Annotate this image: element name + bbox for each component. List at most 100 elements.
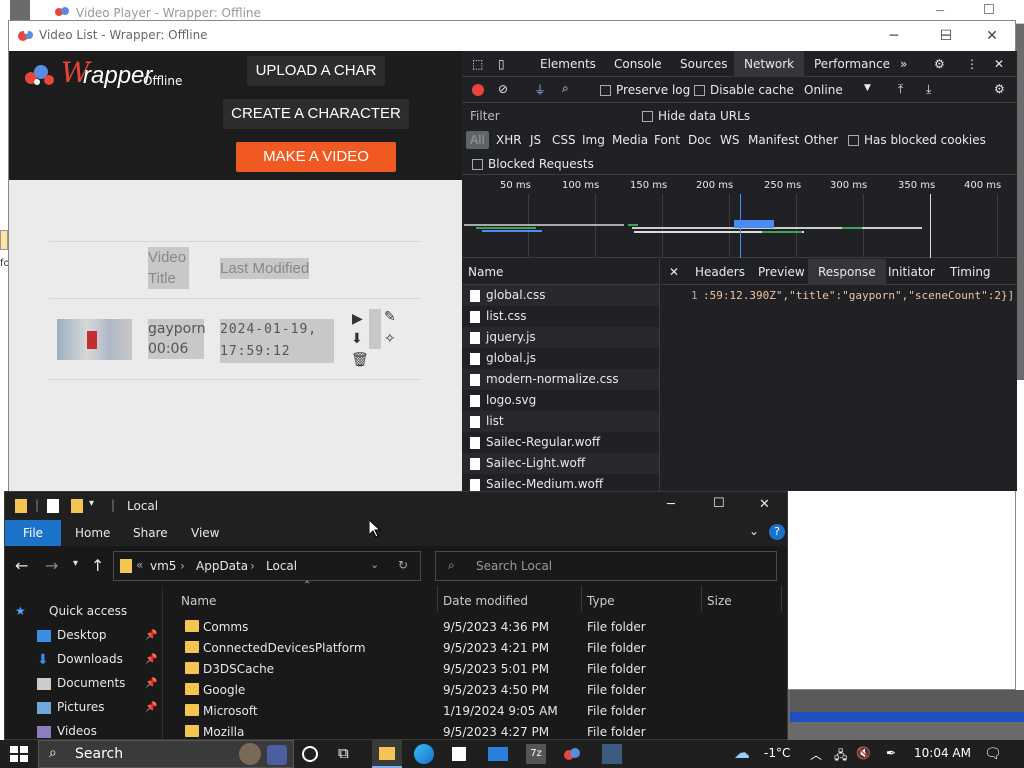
request-row[interactable]: list.css: [462, 306, 659, 327]
filter-icon[interactable]: ⏚: [534, 81, 546, 98]
nav-quick-access[interactable]: Quick access: [49, 604, 127, 618]
tab-initiator[interactable]: Initiator: [888, 265, 935, 279]
search-box[interactable]: ⌕ Search Local: [435, 551, 777, 581]
refresh-icon[interactable]: ↻: [398, 558, 408, 572]
taskbar-explorer[interactable]: [372, 740, 402, 768]
device-toolbar-icon[interactable]: ▯: [498, 57, 505, 71]
download-icon[interactable]: ⬇: [351, 331, 363, 347]
weather-temperature[interactable]: -1°C: [764, 746, 790, 760]
wrapper-logo[interactable]: W rapper Offline: [23, 56, 193, 96]
filter-css[interactable]: CSS: [548, 131, 580, 149]
clock[interactable]: 10:04 AM: [914, 746, 971, 760]
tab-elements[interactable]: Elements: [540, 57, 596, 71]
overflow-icon[interactable]: «: [136, 558, 143, 572]
filter-input[interactable]: Filter: [470, 109, 500, 123]
file-row[interactable]: Google 9/5/2023 4:50 PM File folder: [163, 679, 787, 700]
pin-icon[interactable]: 📌: [145, 630, 157, 641]
volume-mute-icon[interactable]: 🔇: [856, 746, 871, 760]
tab-sources[interactable]: Sources: [680, 57, 727, 71]
quick-access-dropdown-icon[interactable]: ▾: [89, 498, 94, 509]
request-row[interactable]: Sailec-Medium.woff: [462, 474, 659, 491]
request-row[interactable]: jquery.js: [462, 327, 659, 348]
tab-network[interactable]: Network: [734, 51, 805, 77]
upload-char-button[interactable]: UPLOAD A CHAR: [247, 56, 385, 86]
inspect-icon[interactable]: ⬚: [472, 57, 483, 71]
video-thumbnail[interactable]: [57, 319, 132, 360]
column-name[interactable]: Name: [181, 594, 216, 608]
magic-wand-icon[interactable]: ✧: [384, 331, 396, 347]
has-blocked-cookies-checkbox[interactable]: [848, 135, 859, 146]
video-title-cell[interactable]: gayporn 00:06: [148, 319, 206, 359]
column-name[interactable]: Name: [462, 259, 659, 285]
ribbon-home[interactable]: Home: [75, 526, 110, 540]
breadcrumb-vm5[interactable]: vm5: [150, 559, 176, 573]
nav-desktop[interactable]: Desktop: [57, 628, 107, 642]
up-icon[interactable]: ↑: [91, 556, 104, 575]
filter-doc[interactable]: Doc: [684, 131, 715, 149]
network-icon[interactable]: 🖧: [834, 746, 847, 767]
column-last-modified[interactable]: Last Modified: [220, 258, 310, 279]
new-folder-icon[interactable]: [71, 499, 83, 513]
pin-icon[interactable]: 📌: [145, 702, 157, 713]
throttling-select[interactable]: Online: [804, 83, 843, 97]
maximize-button[interactable]: ☐: [923, 21, 969, 51]
request-row[interactable]: logo.svg: [462, 390, 659, 411]
search-input[interactable]: Search Local: [476, 559, 552, 573]
column-size[interactable]: Size: [707, 594, 732, 608]
column-separator[interactable]: [581, 586, 582, 612]
pen-icon[interactable]: ✒: [886, 746, 896, 760]
blocked-requests-checkbox[interactable]: [472, 159, 483, 170]
request-row[interactable]: list: [462, 411, 659, 432]
filter-all[interactable]: All: [466, 131, 489, 149]
clear-icon[interactable]: ⊘: [498, 82, 508, 96]
notifications-icon[interactable]: 🗨: [984, 746, 1002, 762]
close-button[interactable]: ✕: [969, 21, 1015, 51]
tab-response[interactable]: Response: [808, 259, 886, 285]
column-separator[interactable]: [437, 586, 438, 612]
filter-font[interactable]: Font: [650, 131, 684, 149]
cortana-icon[interactable]: [302, 746, 318, 762]
properties-icon[interactable]: [47, 499, 59, 513]
taskbar-search[interactable]: ⌕ Search: [38, 740, 294, 768]
desktop-item[interactable]: [0, 230, 8, 250]
minimize-button[interactable]: ─: [667, 497, 675, 512]
hide-data-urls-checkbox[interactable]: [642, 111, 653, 122]
network-settings-icon[interactable]: ⚙: [994, 82, 1005, 96]
close-button[interactable]: ✕: [759, 497, 770, 512]
kebab-menu-icon[interactable]: ⋮: [966, 57, 978, 71]
explorer-titlebar[interactable]: | ▾ | Local ─ ☐ ✕: [5, 492, 787, 520]
tab-performance[interactable]: Performance: [814, 57, 890, 71]
record-icon[interactable]: [472, 84, 484, 96]
minimize-icon[interactable]: ─: [936, 4, 944, 19]
app-icon[interactable]: [602, 744, 622, 764]
column-video-title[interactable]: Video Title: [148, 247, 189, 289]
task-view-icon[interactable]: ⧉: [338, 744, 358, 764]
tab-console[interactable]: Console: [614, 57, 662, 71]
settings-icon[interactable]: ⚙: [934, 57, 945, 71]
chevron-down-icon[interactable]: ▼: [864, 83, 871, 93]
file-row[interactable]: ConnectedDevicesPlatform 9/5/2023 4:21 P…: [163, 637, 787, 658]
nav-downloads[interactable]: Downloads: [57, 652, 123, 666]
request-row[interactable]: Sailec-Light.woff: [462, 453, 659, 474]
forward-icon[interactable]: →: [45, 556, 58, 575]
mail-icon[interactable]: [488, 747, 508, 761]
back-icon[interactable]: ←: [15, 556, 28, 575]
filter-js[interactable]: JS: [526, 131, 545, 149]
breadcrumb-local[interactable]: Local: [266, 559, 297, 573]
disable-cache-checkbox[interactable]: [694, 85, 705, 96]
network-timeline[interactable]: 50 ms 100 ms 150 ms 200 ms 250 ms 300 ms…: [462, 176, 1017, 258]
filter-img[interactable]: Img: [578, 131, 609, 149]
ribbon-view[interactable]: View: [191, 526, 219, 540]
create-character-button[interactable]: CREATE A CHARACTER: [223, 99, 409, 129]
search-icon[interactable]: ⌕: [562, 81, 569, 96]
file-row[interactable]: Microsoft 1/19/2024 9:05 AM File folder: [163, 700, 787, 721]
nav-pictures[interactable]: Pictures: [57, 700, 105, 714]
filter-media[interactable]: Media: [608, 131, 652, 149]
play-icon[interactable]: ▶: [352, 311, 363, 327]
ribbon-file[interactable]: File: [5, 520, 61, 546]
nav-documents[interactable]: Documents: [57, 676, 125, 690]
pin-icon[interactable]: 📌: [145, 654, 157, 665]
import-har-icon[interactable]: ⤒: [898, 82, 903, 97]
column-separator[interactable]: [781, 586, 782, 612]
filter-manifest[interactable]: Manifest: [744, 131, 803, 149]
